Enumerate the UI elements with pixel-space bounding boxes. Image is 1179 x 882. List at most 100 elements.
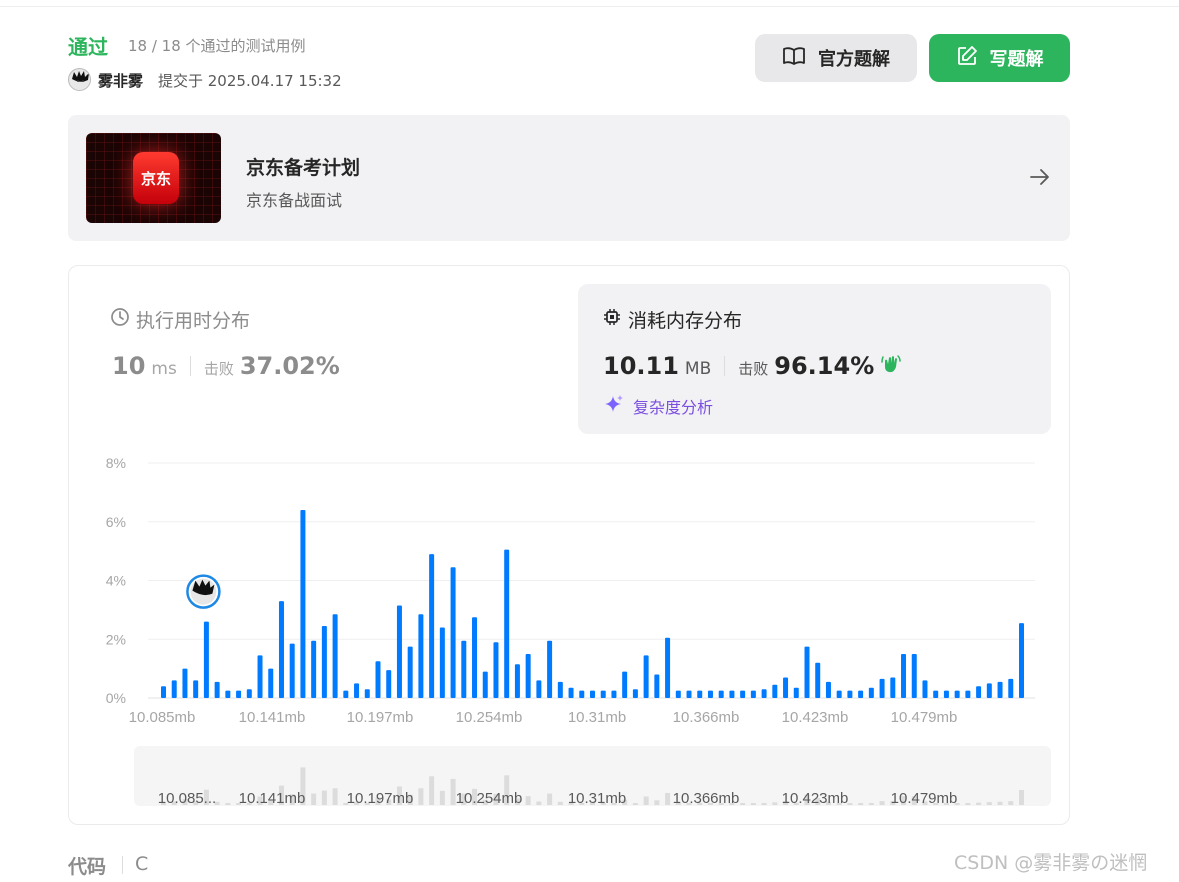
chart-bar (804, 646, 810, 698)
chart-bar (214, 681, 220, 698)
chart-bar (386, 670, 392, 698)
watermark: CSDN @雾非雾の迷惘 (954, 852, 1148, 874)
navigator-bar (997, 801, 1003, 805)
navigator-bar (429, 776, 435, 805)
chart-bar (718, 690, 724, 698)
chart-bar (890, 677, 896, 698)
chart-bar (793, 687, 799, 698)
chart-bar (697, 690, 703, 698)
code-separator (122, 856, 123, 874)
memory-distribution-chart: 0% 2% 4% 6% 8% 10.085mb 10.141mb 10.197mb 10.254… (106, 455, 1051, 807)
navigator-bar (1008, 801, 1014, 805)
navigator-label: 10.197mb (347, 790, 414, 807)
chart-bar (289, 643, 295, 698)
chart-bar (976, 686, 982, 698)
chart-bar (407, 646, 413, 698)
chart-bar (450, 567, 456, 698)
chart-bar (482, 671, 488, 698)
chart-bar (750, 690, 756, 698)
x-tick-label: 10.141mb (239, 709, 306, 726)
chart-bar (632, 689, 638, 698)
code-section-label: 代码 (68, 856, 107, 878)
navigator-bar (740, 803, 746, 805)
chart-bar (332, 614, 338, 698)
chart-bar (740, 690, 746, 698)
navigator-bar (547, 793, 553, 805)
chart-bar (1019, 623, 1024, 698)
navigator-label: 10.141mb (239, 790, 306, 807)
chart-bar (986, 683, 992, 698)
chart-bar (611, 690, 617, 698)
navigator-bar (858, 803, 864, 805)
navigator-label: 10.479mb (891, 790, 958, 807)
chart-bar (879, 678, 885, 698)
navigator-bar (868, 802, 874, 805)
chart-bar (783, 677, 789, 698)
chart-bar (707, 690, 713, 698)
chart-bar (461, 640, 467, 698)
navigator-bar (557, 801, 563, 805)
chart-bar (825, 681, 831, 698)
navigator-label: 10.31mb (568, 790, 626, 807)
navigator-bar (439, 790, 445, 805)
chart-bar (236, 690, 242, 698)
chart-bar (847, 690, 853, 698)
chart-bar (246, 689, 252, 698)
navigator-bar (976, 802, 982, 805)
chart-bar (965, 690, 971, 698)
x-tick-label: 10.31mb (568, 709, 626, 726)
chart-bar (203, 621, 209, 698)
chart-bar (396, 605, 402, 698)
chart-bar (193, 680, 199, 698)
chart-bar (161, 686, 166, 698)
chart-bar (547, 640, 553, 698)
navigator-label: 10.254mb (456, 790, 523, 807)
chart-bar (182, 668, 188, 698)
navigator-bar (332, 788, 338, 805)
navigator-bar (643, 796, 649, 805)
chart-bar (761, 689, 767, 698)
chart-bar (418, 614, 424, 698)
chart-bar (675, 690, 681, 698)
chart-bar (686, 690, 692, 698)
chart-bar (525, 653, 531, 698)
navigator-bar (654, 800, 660, 805)
chart-bar (311, 640, 317, 698)
navigator-bar (965, 803, 971, 805)
chart-bar (225, 690, 231, 698)
chart-bar (579, 690, 585, 698)
y-tick-label: 0% (106, 690, 126, 706)
chart-bar (933, 690, 939, 698)
chart-bar (439, 627, 445, 698)
x-tick-label: 10.479mb (891, 709, 958, 726)
chart-bar (472, 617, 478, 698)
y-tick-label: 6% (106, 514, 126, 530)
navigator-label: 10.423mb (782, 790, 849, 807)
y-tick-label: 8% (106, 455, 126, 471)
y-tick-label: 2% (106, 631, 126, 647)
chart-bar (257, 655, 263, 698)
chart-bar (815, 662, 821, 698)
chart-bar (772, 684, 778, 698)
navigator-bar (321, 790, 327, 805)
chart-bar (300, 510, 306, 698)
chart-bar (429, 554, 435, 698)
navigator-bar (225, 803, 231, 805)
chart-bar (643, 655, 649, 698)
chart-bar (600, 690, 606, 698)
chart-bar (858, 690, 864, 698)
x-tick-label: 10.085mb (129, 709, 196, 726)
chart-bar (943, 690, 949, 698)
navigator-bar (632, 803, 638, 805)
navigator-bar (525, 796, 531, 805)
code-language: C (135, 853, 149, 875)
chart-bar (729, 690, 735, 698)
chart-bar (922, 680, 928, 698)
chart-bar (321, 626, 327, 698)
chart-bar (954, 690, 960, 698)
navigator-bar (536, 801, 542, 805)
x-tick-label: 10.423mb (782, 709, 849, 726)
chart-bar (343, 690, 349, 698)
chart-bar (568, 687, 574, 698)
chart-bar (493, 642, 499, 698)
